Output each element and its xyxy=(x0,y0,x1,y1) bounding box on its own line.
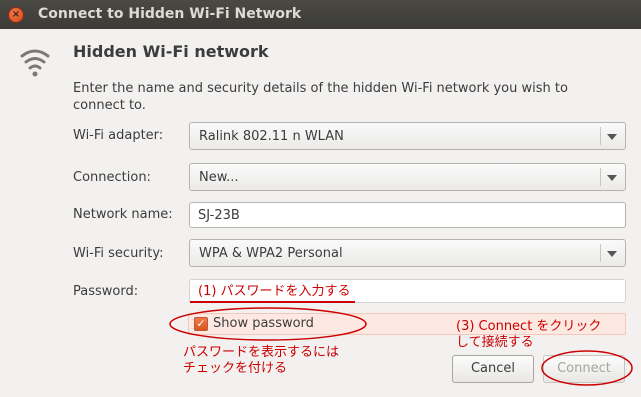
wifi-adapter-select[interactable]: Ralink 802.11 n WLAN xyxy=(189,122,626,150)
annotation-line: パスワードを表示するには xyxy=(183,345,340,360)
annotation-underline xyxy=(190,301,355,303)
combo-separator xyxy=(600,127,601,145)
combo-separator xyxy=(600,168,601,186)
annotation-line: チェックを付ける xyxy=(183,361,288,376)
wifi-icon xyxy=(20,49,50,77)
dialog-heading: Hidden Wi-Fi network xyxy=(73,42,269,61)
wifi-security-select[interactable]: WPA & WPA2 Personal xyxy=(189,239,626,267)
show-password-checkbox[interactable]: ✓ xyxy=(194,317,208,331)
show-password-annotation: パスワードを表示するには チェックを付ける xyxy=(183,345,339,377)
close-window-button[interactable]: × xyxy=(8,7,24,23)
wifi-adapter-label: Wi-Fi adapter: xyxy=(73,128,164,143)
annotation-line: (3) Connect をクリック xyxy=(456,319,602,334)
window-title: Connect to Hidden Wi-Fi Network xyxy=(38,6,302,22)
cancel-button[interactable]: Cancel xyxy=(452,355,534,383)
connect-button[interactable]: Connect xyxy=(543,355,625,383)
dialog-description: Enter the name and security details of t… xyxy=(73,81,568,113)
connection-value: New... xyxy=(199,170,239,185)
annotation-line: して接続する xyxy=(456,335,534,350)
network-name-field[interactable]: SJ-23B xyxy=(189,202,626,228)
chevron-down-icon xyxy=(607,251,617,257)
password-field[interactable]: (1) パスワードを入力する xyxy=(189,279,626,303)
wifi-adapter-value: Ralink 802.11 n WLAN xyxy=(199,129,344,144)
chevron-down-icon xyxy=(607,134,617,140)
connection-select[interactable]: New... xyxy=(189,163,626,191)
connect-annotation: (3) Connect をクリック して接続する xyxy=(456,319,601,351)
password-annotation-text: (1) パスワードを入力する xyxy=(198,284,351,299)
combo-separator xyxy=(600,244,601,262)
dialog-content: Hidden Wi-Fi network Enter the name and … xyxy=(0,29,641,397)
password-label: Password: xyxy=(73,284,139,299)
network-name-value: SJ-23B xyxy=(198,208,240,223)
network-name-label: Network name: xyxy=(73,207,173,222)
chevron-down-icon xyxy=(607,175,617,181)
connection-label: Connection: xyxy=(73,170,151,185)
show-password-label[interactable]: Show password xyxy=(213,316,314,331)
wifi-security-label: Wi-Fi security: xyxy=(73,246,164,261)
title-bar: × Connect to Hidden Wi-Fi Network xyxy=(0,0,641,29)
wifi-security-value: WPA & WPA2 Personal xyxy=(199,246,343,261)
